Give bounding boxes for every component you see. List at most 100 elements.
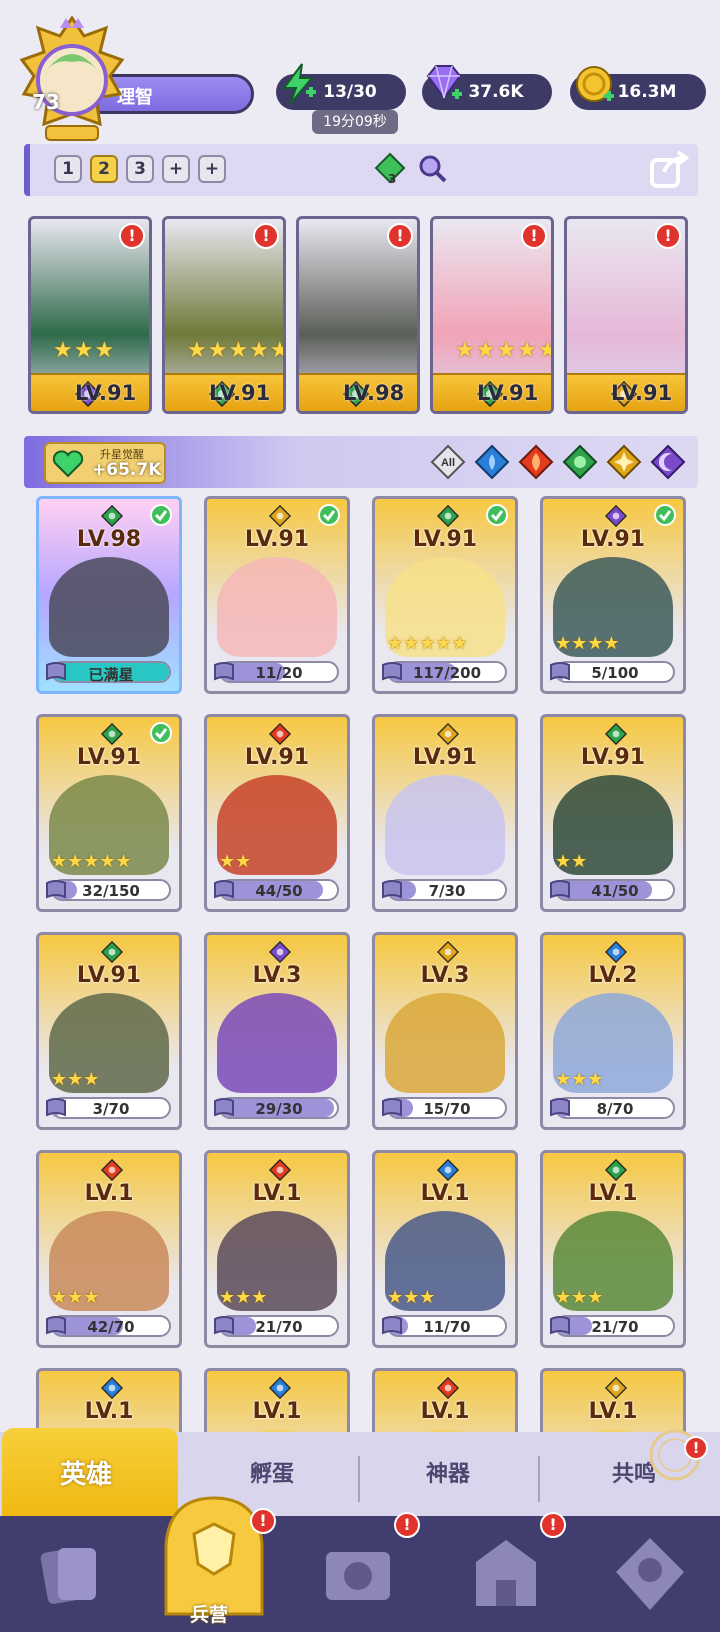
- shard-progress-bar: 42/70: [51, 1315, 171, 1337]
- shard-scroll-icon: [214, 1316, 234, 1335]
- nav-spellbook-icon[interactable]: [318, 1532, 398, 1616]
- hero-card[interactable]: LV.98 已满星: [36, 496, 182, 694]
- filter-fire-icon[interactable]: [518, 444, 554, 480]
- nav-cards-icon[interactable]: [30, 1532, 110, 1616]
- star-rating: ★★★★★: [187, 338, 286, 363]
- element-fire-icon: [436, 1376, 460, 1400]
- element-moon-icon: [268, 940, 292, 964]
- tab-hatch[interactable]: 孵蛋: [250, 1456, 294, 1488]
- filter-water-icon[interactable]: [474, 444, 510, 480]
- filter-light-icon[interactable]: [606, 444, 642, 480]
- hero-card[interactable]: LV.3 15/70: [372, 932, 518, 1130]
- team-card-level: LV.91: [477, 381, 539, 405]
- alert-badge: !: [394, 1512, 420, 1538]
- nav-barracks-label: 兵营: [190, 1604, 229, 1626]
- hero-level: LV.1: [420, 1181, 470, 1206]
- filter-all-button[interactable]: All: [430, 444, 466, 480]
- element-bonus-count: 3: [388, 172, 397, 186]
- element-light-icon: [604, 1376, 628, 1400]
- hero-level: LV.1: [420, 1399, 470, 1424]
- tab-hero-label: 英雄: [60, 1460, 113, 1490]
- search-icon[interactable]: [418, 154, 448, 184]
- shard-scroll-icon: [214, 880, 234, 899]
- star-rating: ★★★: [51, 1069, 100, 1090]
- team-card[interactable]: ! ★★★★★ LV.91: [430, 216, 554, 414]
- team-card[interactable]: ! ★★★★★ LV.91: [162, 216, 286, 414]
- shard-progress-bar: 32/150: [51, 879, 171, 901]
- hero-level: LV.91: [244, 745, 310, 770]
- share-icon[interactable]: [648, 150, 690, 190]
- alert-badge: !: [684, 1436, 708, 1460]
- shard-progress-bar: 5/100: [555, 661, 675, 683]
- team-slot-1[interactable]: 1: [54, 155, 82, 183]
- shard-scroll-icon: [382, 1098, 402, 1117]
- gem-icon: [426, 65, 462, 100]
- element-leaf-icon: [100, 504, 124, 528]
- tab-divider: [538, 1456, 540, 1502]
- star-rating: ★★★: [555, 1069, 604, 1090]
- level-bar: LV.91: [433, 373, 551, 411]
- awaken-value: +65.7K: [92, 460, 162, 480]
- star-rating: ★★★: [219, 1287, 268, 1308]
- shard-scroll-icon: [550, 662, 570, 681]
- alert-badge: !: [119, 223, 145, 249]
- element-leaf-icon: [100, 722, 124, 746]
- shard-progress-text: 11/70: [423, 1318, 471, 1336]
- star-rating: ★★★★★: [387, 633, 468, 654]
- element-light-icon: [436, 722, 460, 746]
- element-water-icon: [604, 940, 628, 964]
- shard-scroll-icon: [46, 880, 66, 899]
- alert-badge: !: [387, 223, 413, 249]
- filter-leaf-icon[interactable]: [562, 444, 598, 480]
- team-slot-2[interactable]: 2: [90, 155, 118, 183]
- team-card-level: LV.98: [343, 381, 405, 405]
- hero-card[interactable]: LV.91 ★★ 44/50: [204, 714, 350, 912]
- hero-level: LV.91: [412, 745, 478, 770]
- hero-portrait: [217, 557, 337, 657]
- hero-card[interactable]: LV.1 ★★★ 21/70: [540, 1150, 686, 1348]
- hero-card[interactable]: LV.91 ★★★★★ 117/200: [372, 496, 518, 694]
- team-slot-add-1[interactable]: +: [162, 155, 190, 183]
- team-card[interactable]: ! ★★★ LV.91: [28, 216, 152, 414]
- star-rating: ★★★: [51, 1287, 100, 1308]
- team-card[interactable]: ! LV.98: [296, 216, 420, 414]
- star-rating: ★★★★: [555, 633, 620, 654]
- player-avatar[interactable]: [10, 14, 134, 142]
- hero-card[interactable]: LV.91 7/30: [372, 714, 518, 912]
- tab-artifact[interactable]: 神器: [426, 1456, 470, 1488]
- team-slot-add-2[interactable]: +: [198, 155, 226, 183]
- element-fire-icon: [100, 1158, 124, 1182]
- team-card-level: LV.91: [209, 381, 271, 405]
- heart-icon: [52, 450, 84, 478]
- energy-icon: [282, 63, 316, 105]
- tab-divider: [358, 1456, 360, 1502]
- team-slot-3[interactable]: 3: [126, 155, 154, 183]
- hero-level: LV.1: [252, 1399, 302, 1424]
- hero-card[interactable]: LV.91 ★★★★★ 32/150: [36, 714, 182, 912]
- gold-value: 16.3M: [617, 82, 677, 102]
- shard-progress-bar: 3/70: [51, 1097, 171, 1119]
- shard-progress-text: 21/70: [591, 1318, 639, 1336]
- hero-card[interactable]: LV.3 29/30: [204, 932, 350, 1130]
- check-icon: [486, 504, 508, 526]
- hero-card[interactable]: LV.1 ★★★ 21/70: [204, 1150, 350, 1348]
- nav-temple-icon[interactable]: [466, 1532, 546, 1616]
- hero-card[interactable]: LV.2 ★★★ 8/70: [540, 932, 686, 1130]
- element-leaf-icon: [436, 504, 460, 528]
- hero-card[interactable]: LV.91 ★★★ 3/70: [36, 932, 182, 1130]
- team-card[interactable]: ! LV.91: [564, 216, 688, 414]
- check-icon: [150, 504, 172, 526]
- hero-card[interactable]: LV.1 ★★★ 11/70: [372, 1150, 518, 1348]
- hero-card[interactable]: LV.91 ★★ 41/50: [540, 714, 686, 912]
- hero-card[interactable]: LV.91 11/20: [204, 496, 350, 694]
- nav-guild-icon[interactable]: [610, 1532, 690, 1616]
- hero-card[interactable]: LV.1 ★★★ 42/70: [36, 1150, 182, 1348]
- hero-level: LV.98: [76, 527, 142, 552]
- level-bar: LV.91: [31, 373, 149, 411]
- element-fire-icon: [268, 722, 292, 746]
- energy-value: 13/30: [323, 82, 377, 102]
- element-moon-icon: [604, 504, 628, 528]
- level-bar: LV.98: [299, 373, 417, 411]
- filter-moon-icon[interactable]: [650, 444, 686, 480]
- hero-card[interactable]: LV.91 ★★★★ 5/100: [540, 496, 686, 694]
